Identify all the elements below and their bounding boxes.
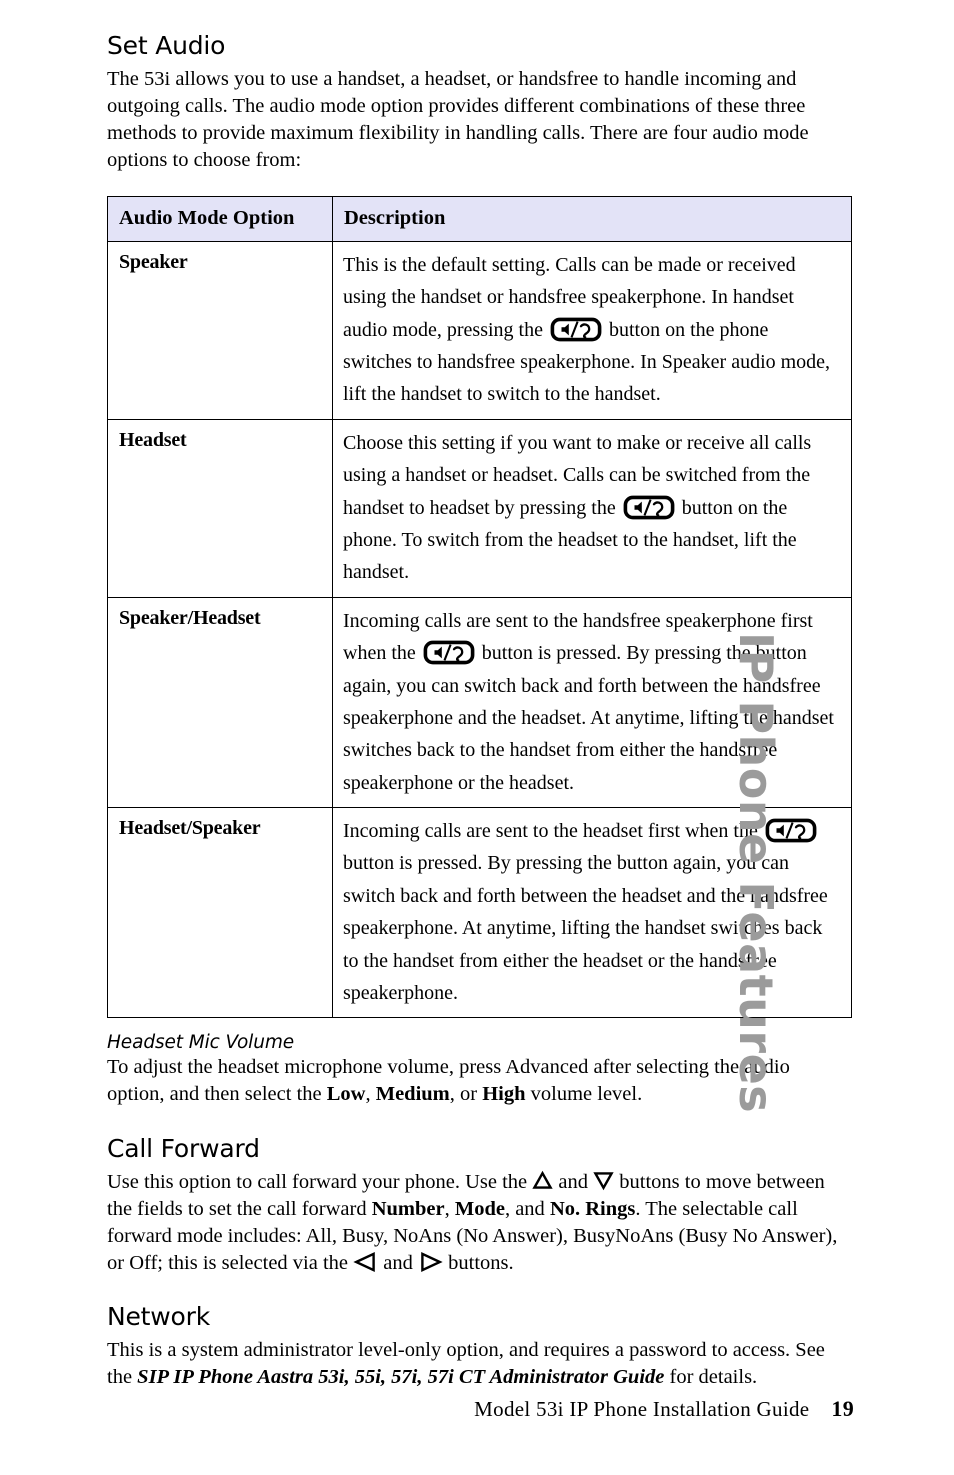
speaker-headset-key-icon [623,495,675,520]
audio-mode-option-name: Speaker [107,240,333,420]
page-footer: Model 53i IP Phone Installation Guide 19 [107,1396,854,1422]
cf-and-2: and [378,1251,418,1274]
network-paragraph: This is a system administrator level-onl… [107,1337,852,1391]
audio-mode-description: This is the default setting. Calls can b… [332,240,852,420]
speaker-headset-key-icon [550,317,602,342]
set-audio-intro-paragraph: The 53i allows you to use a handset, a h… [107,68,809,172]
audio-mode-description: Choose this setting if you want to make … [332,418,852,598]
description-text-part-1: Incoming calls are sent to the headset f… [343,820,763,843]
network-text-2: for details. [664,1365,758,1388]
volume-level-low: Low [326,1083,366,1106]
hmv-sep-2: , or [449,1083,483,1106]
table-row: Headset Choose this setting if you want … [107,418,852,598]
arrow-right-icon [418,1251,443,1273]
side-tab-chapter-label: IP Phone Features [729,632,783,1114]
heading-call-forward: Call Forward [107,1133,260,1163]
footer-page-number: 19 [831,1396,854,1421]
hmv-text-2: volume level. [525,1083,643,1106]
volume-level-high: High [482,1083,526,1106]
arrow-up-icon [532,1170,553,1191]
call-forward-paragraph: Use this option to call forward your pho… [107,1169,852,1277]
audio-mode-option-name: Headset [107,418,333,598]
audio-mode-option-name: Speaker/Headset [107,596,333,809]
arrow-down-icon [593,1170,614,1191]
administrator-guide-reference: SIP IP Phone Aastra 53i, 55i, 57i, 57i C… [137,1365,665,1388]
arrow-left-icon [353,1251,378,1273]
column-header-audio-mode-option: Audio Mode Option [107,196,333,242]
cf-text-1: Use this option to call forward your pho… [107,1170,533,1193]
table-row: Speaker This is the default setting. Cal… [107,240,852,420]
cf-text-4: buttons. [443,1251,514,1274]
field-label-mode: Mode [454,1197,505,1220]
volume-level-medium: Medium [375,1083,450,1106]
cf-and-1: and [553,1170,594,1193]
hmv-sep-1: , [365,1083,376,1106]
table-header-row: Audio Mode Option Description [107,196,852,242]
column-header-description: Description [332,196,852,242]
speaker-headset-key-icon [423,640,475,665]
cf-sep-1: , [444,1197,455,1220]
field-label-number: Number [371,1197,445,1220]
footer-guide-title: Model 53i IP Phone Installation Guide [474,1397,810,1421]
document-page: Set Audio The 53i allows you to use a ha… [0,0,954,1475]
cf-sep-2: , and [504,1197,550,1220]
audio-mode-option-name: Headset/Speaker [107,807,333,1019]
field-label-no-rings: No. Rings [549,1197,636,1220]
heading-network: Network [107,1301,210,1331]
heading-set-audio: Set Audio [107,31,226,60]
